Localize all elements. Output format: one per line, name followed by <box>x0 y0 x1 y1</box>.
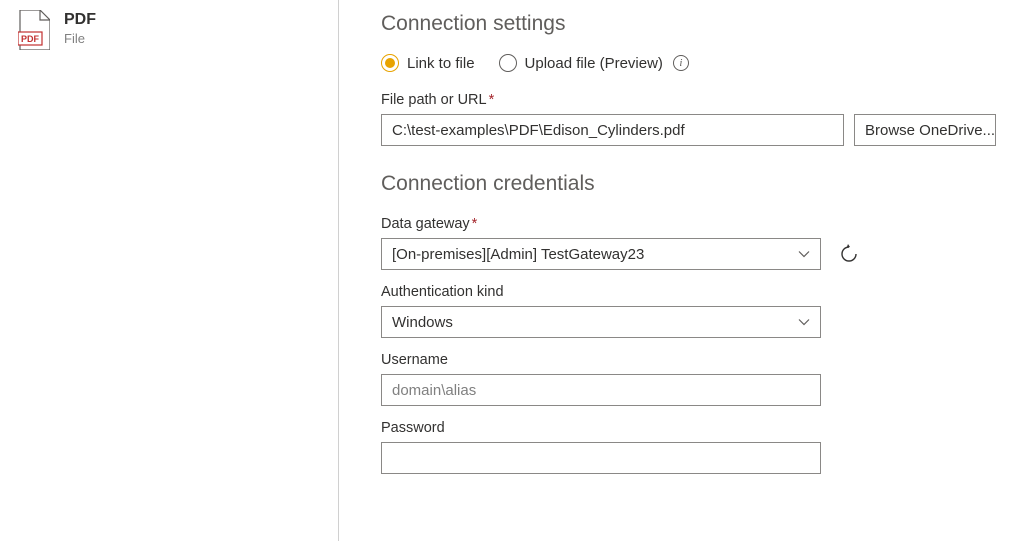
label-text: File path or URL <box>381 92 487 108</box>
radio-link-to-file[interactable]: Link to file <box>381 54 475 72</box>
settings-panel: Connection settings Link to file Upload … <box>339 0 1036 541</box>
connector-header: PDF PDF File <box>0 0 338 541</box>
radio-circle-icon <box>499 54 517 72</box>
file-path-label: File path or URL* <box>381 92 996 108</box>
chevron-down-icon <box>798 248 810 260</box>
auth-kind-select[interactable]: Windows <box>381 306 821 338</box>
select-value: Windows <box>392 314 453 331</box>
file-mode-radio-group: Link to file Upload file (Preview) i <box>381 54 996 72</box>
section-heading-credentials: Connection credentials <box>381 172 996 196</box>
radio-label: Link to file <box>407 55 475 72</box>
password-input[interactable] <box>381 442 821 474</box>
browse-onedrive-button[interactable]: Browse OneDrive... <box>854 114 996 146</box>
required-asterisk: * <box>489 92 495 108</box>
radio-circle-icon <box>381 54 399 72</box>
connector-title: PDF <box>64 10 96 30</box>
info-icon[interactable]: i <box>673 55 689 71</box>
required-asterisk: * <box>472 216 478 232</box>
svg-text:PDF: PDF <box>21 34 40 44</box>
connector-title-block: PDF File <box>64 10 96 48</box>
username-input[interactable] <box>381 374 821 406</box>
username-label: Username <box>381 352 996 368</box>
auth-kind-label: Authentication kind <box>381 284 996 300</box>
file-path-input[interactable] <box>381 114 844 146</box>
section-heading-settings: Connection settings <box>381 12 996 36</box>
radio-upload-file[interactable]: Upload file (Preview) i <box>499 54 689 72</box>
password-label: Password <box>381 420 996 436</box>
refresh-icon[interactable] <box>839 244 859 264</box>
label-text: Data gateway <box>381 216 470 232</box>
gateway-select[interactable]: [On-premises][Admin] TestGateway23 <box>381 238 821 270</box>
radio-label: Upload file (Preview) <box>525 55 663 72</box>
select-value: [On-premises][Admin] TestGateway23 <box>392 246 644 263</box>
connector-subtitle: File <box>64 30 96 48</box>
gateway-label: Data gateway* <box>381 216 996 232</box>
pdf-file-icon: PDF <box>18 10 50 50</box>
chevron-down-icon <box>798 316 810 328</box>
